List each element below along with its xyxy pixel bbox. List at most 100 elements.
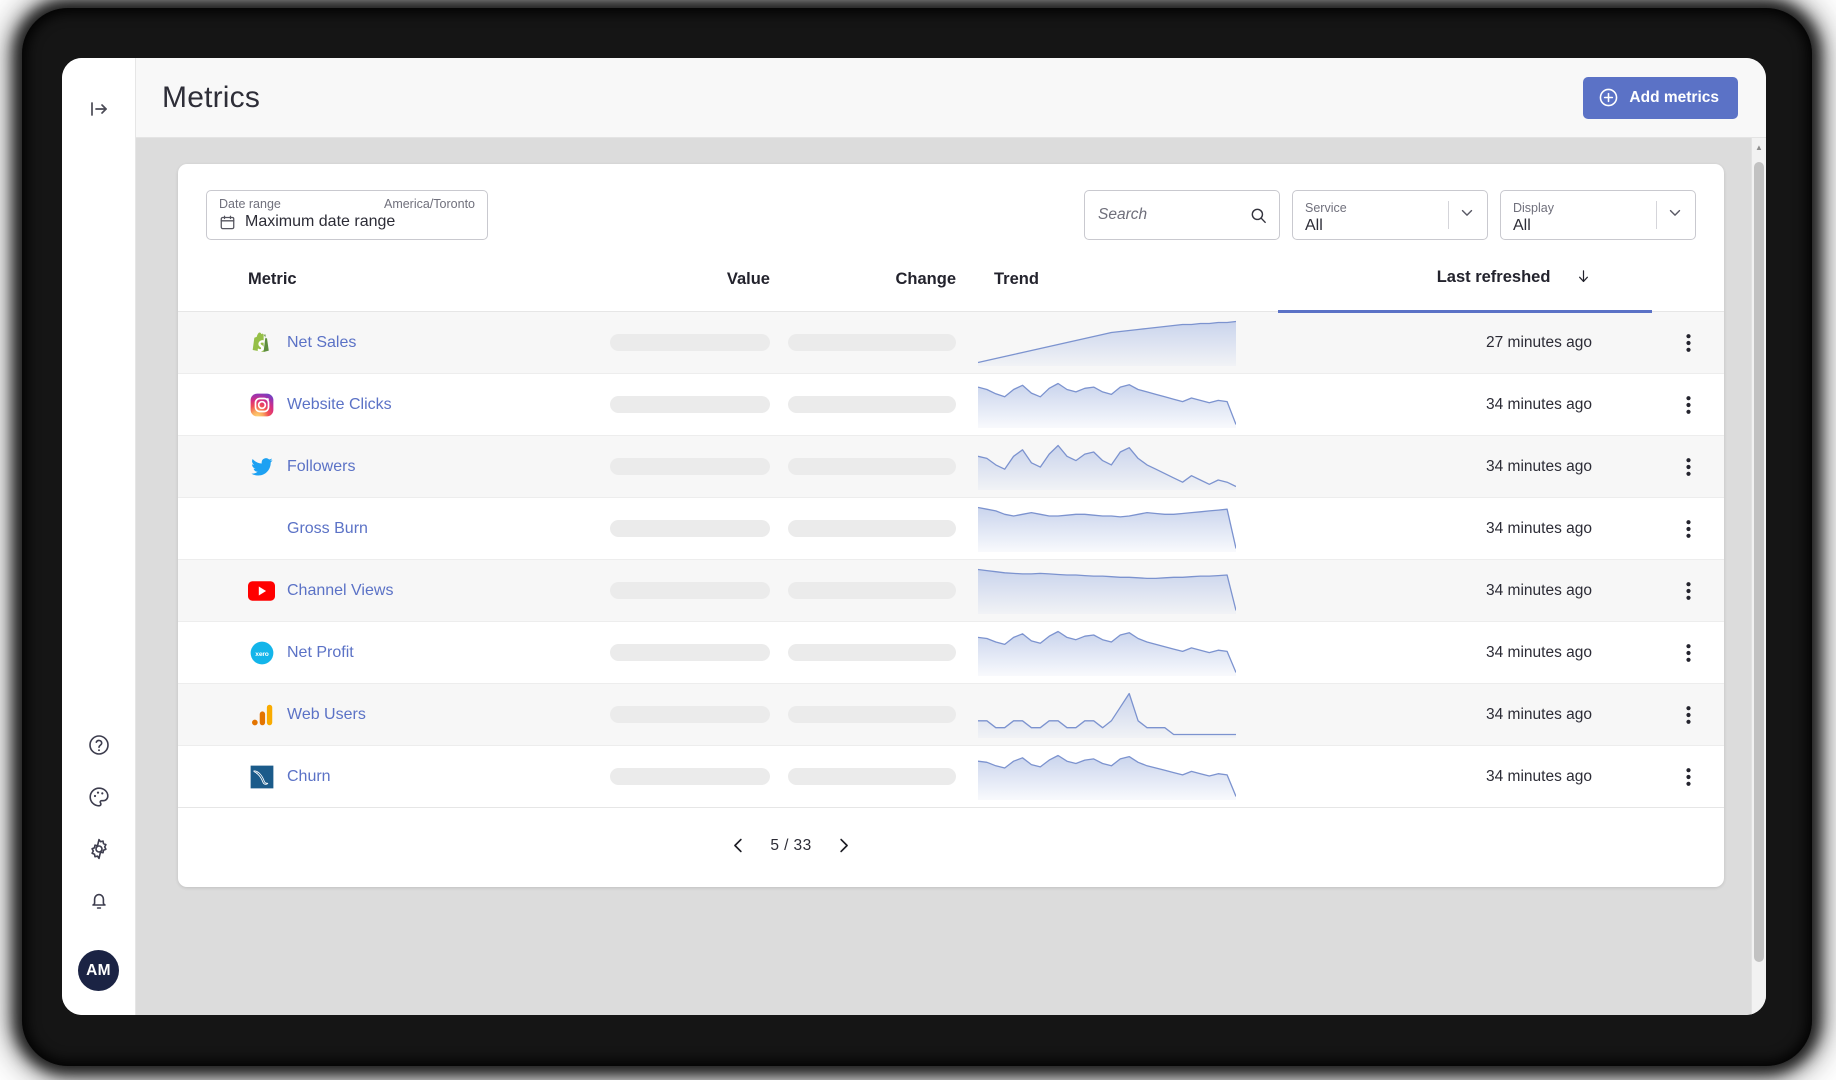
table-row[interactable]: Website Clicks 34 minutes ago	[178, 373, 1724, 436]
chevron-down-icon[interactable]	[1666, 204, 1684, 227]
cell-last-refreshed: 27 minutes ago	[1278, 311, 1652, 374]
cell-trend[interactable]	[978, 621, 1278, 684]
change-skeleton	[788, 644, 956, 661]
search-icon[interactable]	[1249, 206, 1268, 225]
gear-icon[interactable]	[82, 832, 116, 866]
table-header-row: Metric Value Change Trend Last refreshed	[178, 258, 1724, 313]
chevron-down-icon[interactable]	[1458, 204, 1476, 227]
display-select[interactable]: Display All	[1500, 190, 1696, 240]
twitter-icon	[248, 453, 275, 480]
value-skeleton	[610, 396, 770, 413]
cell-last-refreshed: 34 minutes ago	[1278, 745, 1652, 808]
metric-name-link[interactable]: Followers	[287, 458, 355, 476]
cell-change	[788, 621, 978, 684]
help-circle-icon[interactable]	[82, 728, 116, 762]
search-input[interactable]	[1098, 206, 1249, 224]
last-refreshed-text: 34 minutes ago	[1486, 643, 1592, 661]
cell-trend[interactable]	[978, 373, 1278, 436]
cell-trend[interactable]	[978, 435, 1278, 498]
cell-change	[788, 435, 978, 498]
change-skeleton	[788, 396, 956, 413]
metric-name-link[interactable]: Web Users	[287, 706, 366, 724]
kebab-menu-icon[interactable]	[1652, 395, 1724, 415]
add-metrics-button[interactable]: Add metrics	[1583, 76, 1738, 119]
rail-bottom-group: AM	[62, 728, 135, 991]
kebab-menu-icon[interactable]	[1652, 519, 1724, 539]
service-select[interactable]: Service All	[1292, 190, 1488, 240]
kebab-menu-icon[interactable]	[1652, 333, 1724, 353]
metric-name-link[interactable]: Net Sales	[287, 334, 356, 352]
column-header-metric[interactable]: Metric	[178, 258, 608, 312]
cell-metric: Net Sales	[178, 311, 608, 374]
pagination-next-button[interactable]	[834, 836, 853, 855]
table-row[interactable]: Gross Burn 34 minutes ago	[178, 497, 1724, 560]
column-header-change[interactable]: Change	[788, 258, 978, 312]
metrics-card: Date range America/Toronto Maximum date …	[178, 164, 1724, 887]
content-scroll-area: Date range America/Toronto Maximum date …	[136, 138, 1766, 1015]
cell-value	[608, 435, 788, 498]
palette-icon[interactable]	[82, 780, 116, 814]
cell-metric: Web Users	[178, 683, 608, 746]
main-region: Metrics Add metrics Date range America/T…	[136, 58, 1766, 1015]
cell-change	[788, 683, 978, 746]
avatar[interactable]: AM	[78, 950, 119, 991]
kebab-menu-icon[interactable]	[1652, 643, 1724, 663]
date-range-field[interactable]: Date range America/Toronto Maximum date …	[206, 190, 488, 240]
cell-metric: Gross Burn	[178, 497, 608, 560]
bell-icon[interactable]	[82, 884, 116, 918]
pagination-prev-button[interactable]	[729, 836, 748, 855]
search-field[interactable]	[1084, 190, 1280, 240]
page-title: Metrics	[162, 80, 261, 114]
column-header-actions	[1652, 258, 1724, 312]
cell-last-refreshed: 34 minutes ago	[1278, 683, 1652, 746]
shopify-icon	[248, 329, 275, 356]
mysql-icon	[248, 763, 275, 790]
cell-actions	[1652, 559, 1724, 622]
google-analytics-icon	[248, 701, 275, 728]
youtube-icon	[248, 577, 275, 604]
column-header-last-refreshed[interactable]: Last refreshed	[1278, 258, 1652, 313]
pagination-label: 5 / 33	[770, 836, 812, 854]
cell-trend[interactable]	[978, 683, 1278, 746]
date-range-value-row: Maximum date range	[219, 213, 475, 231]
cell-actions	[1652, 621, 1724, 684]
last-refreshed-text: 34 minutes ago	[1486, 519, 1592, 537]
cell-actions	[1652, 745, 1724, 808]
trend-sparkline	[978, 506, 1278, 552]
cell-trend[interactable]	[978, 311, 1278, 374]
metric-name-link[interactable]: Channel Views	[287, 582, 393, 600]
table-row[interactable]: Web Users 34 minutes ago	[178, 683, 1724, 746]
vertical-scrollbar-thumb[interactable]	[1754, 162, 1764, 962]
table-row[interactable]: Net Sales 27 minutes ago	[178, 311, 1724, 374]
cell-trend[interactable]	[978, 745, 1278, 808]
table-row[interactable]: xero Net Profit 34 minutes ago	[178, 621, 1724, 684]
metric-name-link[interactable]: Net Profit	[287, 644, 354, 662]
kebab-menu-icon[interactable]	[1652, 705, 1724, 725]
cell-trend[interactable]	[978, 559, 1278, 622]
metrics-table-head: Metric Value Change Trend Last refreshed	[178, 258, 1724, 313]
plus-circle-icon	[1598, 87, 1619, 108]
value-skeleton	[610, 334, 770, 351]
trend-sparkline	[978, 382, 1278, 428]
content-body: Date range America/Toronto Maximum date …	[136, 138, 1766, 1015]
table-row[interactable]: Followers 34 minutes ago	[178, 435, 1724, 498]
column-header-trend[interactable]: Trend	[978, 258, 1278, 312]
xero-icon: xero	[248, 639, 275, 666]
table-row[interactable]: Channel Views 34 minutes ago	[178, 559, 1724, 622]
vertical-scrollbar[interactable]: ▲	[1751, 138, 1766, 1015]
column-header-value[interactable]: Value	[608, 258, 788, 312]
value-skeleton	[610, 768, 770, 785]
metric-name-link[interactable]: Churn	[287, 768, 331, 786]
metric-name-link[interactable]: Website Clicks	[287, 396, 392, 414]
kebab-menu-icon[interactable]	[1652, 581, 1724, 601]
table-row[interactable]: Churn 34 minutes ago	[178, 745, 1724, 808]
cell-value	[608, 373, 788, 436]
value-skeleton	[610, 582, 770, 599]
cell-change	[788, 373, 978, 436]
scroll-up-arrow-icon[interactable]: ▲	[1752, 143, 1766, 152]
kebab-menu-icon[interactable]	[1652, 457, 1724, 477]
metric-name-link[interactable]: Gross Burn	[287, 520, 368, 538]
cell-trend[interactable]	[978, 497, 1278, 560]
panel-expand-icon[interactable]	[81, 91, 117, 127]
kebab-menu-icon[interactable]	[1652, 767, 1724, 787]
